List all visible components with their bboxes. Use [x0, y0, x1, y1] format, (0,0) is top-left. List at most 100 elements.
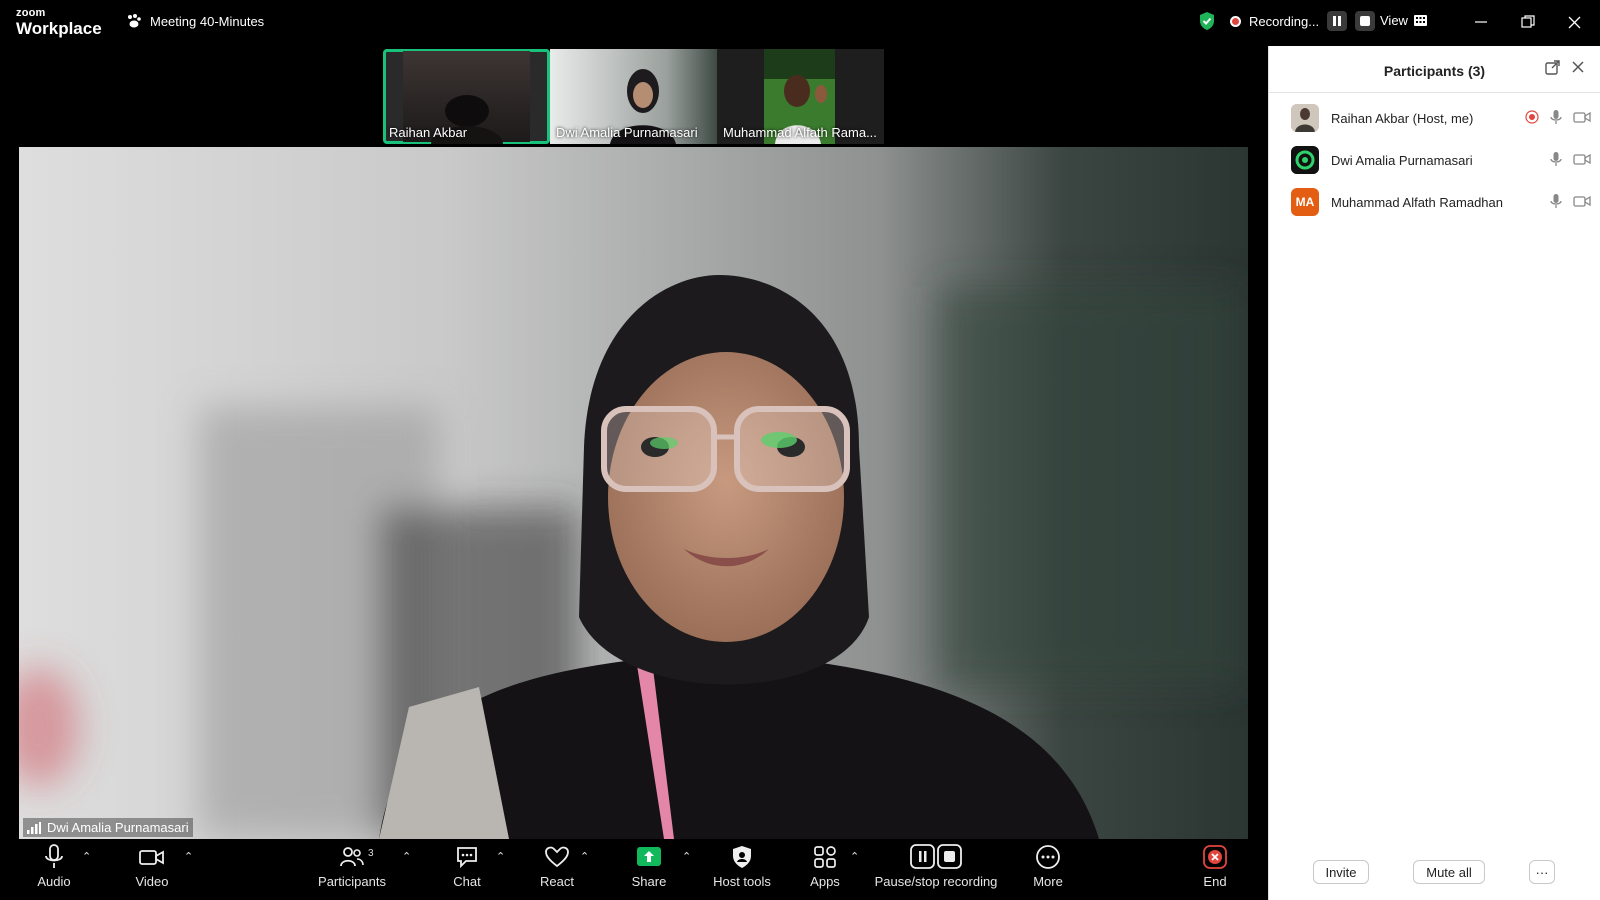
participant-row-dwi[interactable]: Dwi Amalia Purnamasari — [1291, 144, 1591, 176]
thumbnail-raihan[interactable]: Raihan Akbar — [383, 49, 550, 144]
panel-divider — [1269, 92, 1600, 93]
encryption-shield-icon[interactable] — [1198, 11, 1216, 31]
participant-row-muhammad[interactable]: MA Muhammad Alfath Ramadhan — [1291, 186, 1591, 218]
pause-stop-recording-button[interactable]: Pause/stop recording — [874, 844, 998, 889]
invite-button[interactable]: Invite — [1313, 860, 1369, 884]
close-panel-icon[interactable] — [1571, 60, 1585, 79]
signal-strength-icon — [27, 821, 41, 834]
react-label: React — [540, 874, 574, 889]
pause-stop-label: Pause/stop recording — [874, 874, 998, 889]
camera-icon[interactable] — [1573, 110, 1591, 124]
logo-zoom-text: zoom — [16, 7, 46, 19]
recording-label: Recording... — [1249, 13, 1320, 29]
share-button[interactable]: Share — [630, 844, 668, 889]
more-ellipsis-icon — [1036, 845, 1060, 869]
host-tools-button[interactable]: Host tools — [712, 844, 772, 889]
mic-icon[interactable] — [1549, 109, 1563, 125]
apps-options-caret-icon[interactable]: ⌃ — [850, 850, 859, 863]
participant-status-dwi — [1549, 151, 1591, 167]
logo-workplace-text: Workplace — [16, 19, 102, 38]
participants-label: Participants — [318, 874, 386, 889]
participant-name-dwi: Dwi Amalia Purnamasari — [1331, 152, 1473, 168]
close-icon — [1568, 16, 1580, 28]
host-shield-icon — [733, 846, 751, 868]
react-options-caret-icon[interactable]: ⌃ — [580, 850, 589, 863]
stop-recording-button[interactable] — [1355, 11, 1376, 31]
minimize-icon — [1475, 21, 1487, 23]
mic-icon[interactable] — [1549, 193, 1563, 209]
pause-icon — [1333, 16, 1342, 26]
main-video-tile[interactable]: Dwi Amalia Purnamasari — [19, 147, 1248, 839]
participant-row-raihan[interactable]: Raihan Akbar (Host, me) — [1291, 102, 1591, 134]
apps-label: Apps — [810, 874, 840, 889]
popout-panel-icon[interactable] — [1545, 60, 1560, 80]
video-label: Video — [135, 874, 169, 889]
end-meeting-button[interactable]: End — [1200, 844, 1230, 889]
heart-react-icon — [545, 846, 569, 868]
recording-dot-icon — [1230, 15, 1241, 27]
speaker-name: Dwi Amalia Purnamasari — [47, 820, 189, 835]
participants-count-badge: 3 — [368, 848, 374, 859]
thumbnail-name-raihan: Raihan Akbar — [389, 125, 468, 140]
title-bar: zoom Workplace Meeting 40-Minutes Record… — [0, 0, 1600, 46]
minimize-button[interactable] — [1468, 10, 1494, 34]
thumbnail-muhammad[interactable]: Muhammad Alfath Rama... — [717, 49, 884, 144]
meeting-info[interactable]: Meeting 40-Minutes — [126, 13, 264, 29]
audio-button[interactable]: Audio — [36, 844, 72, 889]
chat-bubble-icon — [457, 847, 477, 869]
share-options-caret-icon[interactable]: ⌃ — [682, 850, 691, 863]
zoom-meeting-window: zoom Workplace Meeting 40-Minutes Record… — [0, 0, 1600, 900]
chat-button[interactable]: Chat — [450, 844, 484, 889]
panel-more-button[interactable]: ··· — [1529, 860, 1555, 884]
mute-all-button[interactable]: Mute all — [1413, 860, 1485, 884]
video-options-caret-icon[interactable]: ⌃ — [184, 850, 193, 863]
recording-indicator-icon — [1525, 110, 1539, 124]
thumbnail-name-dwi: Dwi Amalia Purnamasari — [556, 125, 698, 140]
meeting-title: Meeting 40-Minutes — [150, 13, 265, 29]
camera-icon[interactable] — [1573, 152, 1591, 166]
video-camera-icon — [139, 850, 164, 865]
participant-name-raihan: Raihan Akbar (Host, me) — [1331, 110, 1474, 126]
participants-panel: Participants (3) Raihan Akbar (Host, me)… — [1268, 46, 1600, 900]
participants-button[interactable]: Participants — [318, 844, 386, 889]
more-label: More — [1033, 874, 1063, 889]
microphone-icon — [45, 844, 63, 868]
chat-label: Chat — [453, 874, 481, 889]
chat-options-caret-icon[interactable]: ⌃ — [496, 850, 505, 863]
participant-name-muhammad: Muhammad Alfath Ramadhan — [1331, 194, 1503, 210]
speaker-video-feed — [19, 147, 1248, 839]
restore-icon — [1521, 15, 1535, 28]
speaker-name-tag: Dwi Amalia Purnamasari — [23, 818, 193, 837]
meeting-toolbar: Audio ⌃ Video ⌃ Participants 3 ⌃ Chat ⌃ … — [0, 840, 1267, 900]
people-paw-icon — [128, 14, 141, 28]
audio-options-caret-icon[interactable]: ⌃ — [82, 850, 91, 863]
restore-button[interactable] — [1515, 10, 1541, 34]
stop-icon — [1360, 16, 1371, 26]
react-button[interactable]: React — [537, 844, 577, 889]
mic-icon[interactable] — [1549, 151, 1563, 167]
video-button[interactable]: Video — [131, 844, 173, 889]
close-window-button[interactable] — [1561, 10, 1587, 34]
participants-options-caret-icon[interactable]: ⌃ — [402, 850, 411, 863]
share-label: Share — [631, 874, 667, 889]
audio-label: Audio — [37, 874, 71, 889]
apps-grid-icon — [814, 846, 836, 868]
thumbnail-dwi[interactable]: Dwi Amalia Purnamasari — [550, 49, 717, 144]
participant-status-muhammad — [1549, 193, 1591, 209]
pause-recording-button[interactable] — [1327, 11, 1348, 31]
thumbnail-name-muhammad: Muhammad Alfath Rama... — [723, 125, 877, 140]
avatar-initials-muhammad: MA — [1295, 195, 1315, 209]
view-menu-button[interactable]: View — [1380, 13, 1427, 28]
thumbnail-strip: Raihan Akbar Dwi Amalia Purnamasari Muha… — [383, 49, 884, 144]
camera-icon[interactable] — [1573, 194, 1591, 208]
apps-button[interactable]: Apps — [809, 844, 841, 889]
avatar-muhammad: MA — [1291, 188, 1319, 216]
more-button[interactable]: More — [1030, 844, 1066, 889]
end-x-icon — [1203, 845, 1227, 869]
pause-stop-recording-icon — [910, 844, 962, 869]
view-label: View — [1380, 13, 1408, 28]
avatar-dwi — [1291, 146, 1319, 174]
recording-status: Recording... — [1198, 11, 1376, 31]
host-tools-label: Host tools — [713, 874, 771, 889]
avatar-raihan — [1291, 104, 1319, 132]
